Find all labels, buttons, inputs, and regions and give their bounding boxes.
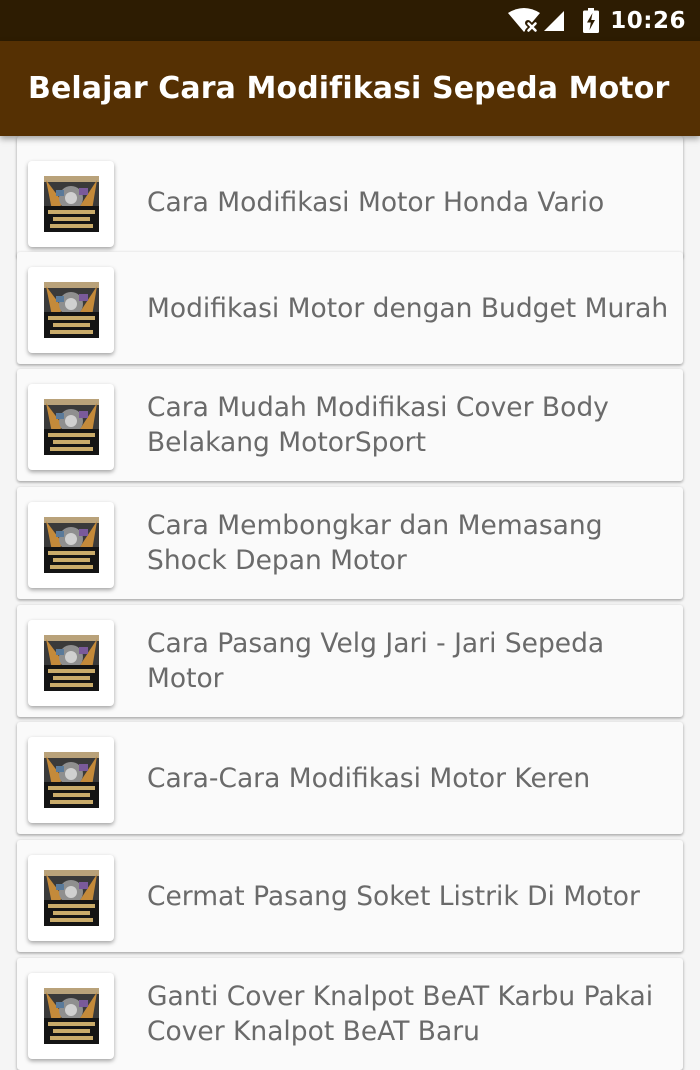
motorcycle-thumbnail-image — [44, 635, 99, 691]
wifi-off-icon — [508, 7, 541, 34]
article-thumbnail — [28, 620, 114, 706]
article-title: Ganti Cover Knalpot BeAT Karbu Pakai Cov… — [147, 958, 677, 1070]
article-title-text: Cermat Pasang Soket Listrik Di Motor — [147, 880, 640, 912]
motorcycle-thumbnail-image — [44, 988, 99, 1044]
article-thumbnail — [28, 161, 114, 247]
article-item[interactable]: Cara Mudah Modifikasi Cover Body Belakan… — [17, 369, 683, 481]
article-thumbnail — [28, 267, 114, 353]
motorcycle-thumbnail-image — [44, 399, 99, 455]
article-thumbnail — [28, 973, 114, 1059]
status-time: 10:26 — [610, 7, 686, 34]
article-thumbnail — [28, 384, 114, 470]
article-item[interactable]: Cara Modifikasi Motor Honda Vario — [17, 136, 683, 258]
status-icons: 10:26 — [507, 0, 686, 41]
motorcycle-thumbnail-image — [44, 176, 99, 232]
article-thumbnail — [28, 502, 114, 588]
article-title: Cara Membongkar dan Memasang Shock Depan… — [147, 487, 677, 599]
article-title-text: Cara-Cara Modifikasi Motor Keren — [147, 762, 591, 794]
app-title: Belajar Cara Modifikasi Sepeda Motor — [28, 71, 670, 106]
article-thumbnail — [28, 855, 114, 941]
article-title-text: Cara Pasang Velg Jari - Jari Sepeda Moto… — [147, 628, 605, 694]
article-title: Cara-Cara Modifikasi Motor Keren — [147, 722, 677, 834]
article-title: Cermat Pasang Soket Listrik Di Motor — [147, 840, 677, 952]
article-list[interactable]: Cara Modifikasi Motor Honda Vario Modifik… — [0, 136, 700, 1070]
article-item[interactable]: Cara Membongkar dan Memasang Shock Depan… — [17, 487, 683, 599]
motorcycle-thumbnail-image — [44, 752, 99, 808]
article-thumbnail — [28, 737, 114, 823]
article-title: Cara Modifikasi Motor Honda Vario — [147, 146, 677, 258]
article-item[interactable]: Cermat Pasang Soket Listrik Di Motor — [17, 840, 683, 952]
motorcycle-thumbnail-image — [44, 870, 99, 926]
article-title-text: Cara Membongkar dan Memasang Shock Depan… — [147, 510, 603, 576]
app-bar: Belajar Cara Modifikasi Sepeda Motor — [0, 41, 700, 136]
article-title: Cara Pasang Velg Jari - Jari Sepeda Moto… — [147, 605, 677, 717]
cell-signal-icon — [544, 10, 565, 31]
article-item[interactable]: Cara-Cara Modifikasi Motor Keren — [17, 722, 683, 834]
motorcycle-thumbnail-image — [44, 282, 99, 338]
article-title-text: Modifikasi Motor dengan Budget Murah — [147, 292, 669, 324]
motorcycle-thumbnail-image — [44, 517, 99, 573]
article-title-text: Ganti Cover Knalpot BeAT Karbu Pakai Cov… — [147, 981, 654, 1047]
article-title-text: Cara Mudah Modifikasi Cover Body Belakan… — [147, 392, 609, 458]
article-item[interactable]: Cara Pasang Velg Jari - Jari Sepeda Moto… — [17, 605, 683, 717]
battery-charging-icon — [583, 8, 600, 33]
article-item[interactable]: Ganti Cover Knalpot BeAT Karbu Pakai Cov… — [17, 958, 683, 1070]
article-title: Modifikasi Motor dengan Budget Murah — [147, 252, 677, 364]
article-title-text: Cara Modifikasi Motor Honda Vario — [147, 186, 605, 218]
article-item[interactable]: Modifikasi Motor dengan Budget Murah — [17, 252, 683, 364]
article-title: Cara Mudah Modifikasi Cover Body Belakan… — [147, 369, 677, 481]
status-bar: 10:26 — [0, 0, 700, 41]
